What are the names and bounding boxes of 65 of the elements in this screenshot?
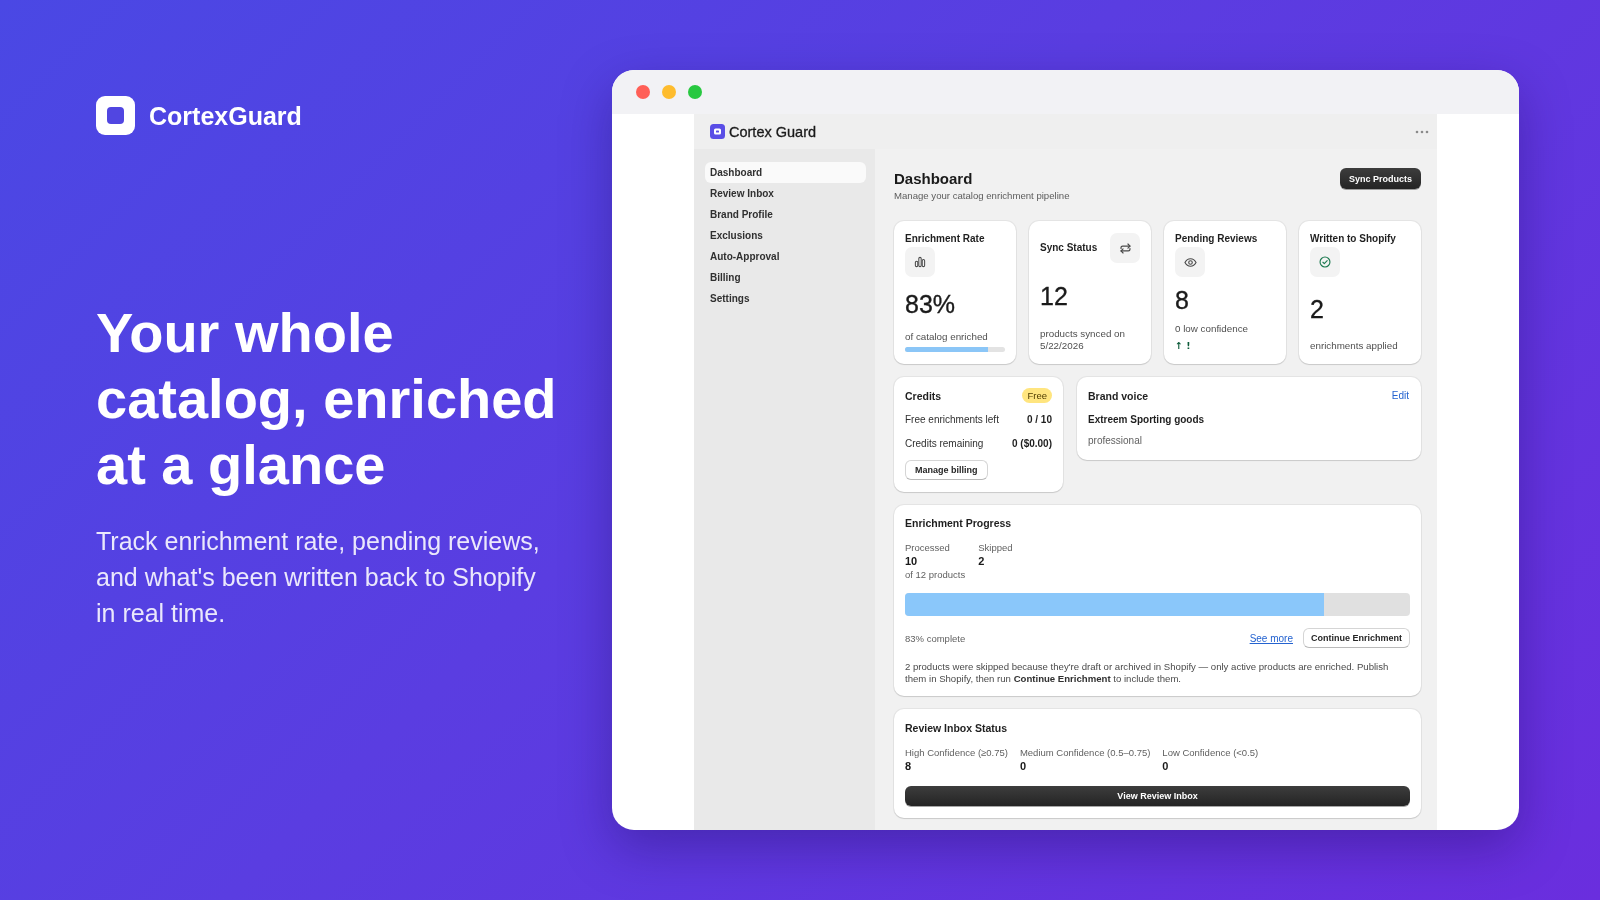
stat-caption: of catalog enriched [905, 331, 989, 343]
app-logo-icon [710, 124, 725, 139]
sync-arrows-icon [1110, 233, 1140, 263]
page-title: Dashboard [894, 170, 974, 188]
hero-subtitle: Track enrichment rate, pending reviews, and what's been written back to Shopify in real time. [96, 526, 541, 629]
brand-tone-text: professional [1088, 435, 1143, 447]
credit-label: Credits remaining [905, 438, 984, 450]
plan-badge: Free [1022, 388, 1052, 403]
sidebar-item[interactable]: Billing [705, 267, 866, 288]
metric-value: 10 [905, 555, 919, 567]
stat-value: 12 [1040, 281, 1069, 310]
brand-name-text: Extreem Sporting goods [1088, 414, 1206, 426]
bar-chart-icon [905, 247, 935, 277]
progress-reading: 83% complete [905, 632, 966, 644]
metric-label: Medium Confidence (0.5–0.75) [1019, 747, 1151, 759]
stat-title: Sync Status [1040, 242, 1098, 254]
stat-caption: 0 low confidence [1175, 323, 1249, 335]
metric-value: 0 [1019, 760, 1028, 772]
card-title: Brand voice [1088, 389, 1149, 402]
sidebar-item[interactable]: Exclusions [705, 225, 866, 246]
stat-title: Pending Reviews [1175, 233, 1259, 245]
sidebar-item[interactable]: Dashboard [705, 162, 866, 183]
credit-label: Free enrichments left [905, 414, 999, 426]
sync-products-button[interactable]: Sync Products [1339, 168, 1421, 189]
manage-billing-button[interactable]: Manage billing [905, 460, 988, 480]
sidebar-item[interactable]: Brand Profile [705, 204, 866, 225]
metric-value: 2 [978, 555, 986, 567]
page-subtitle: Manage your catalog enrichment pipeline [894, 190, 1070, 202]
stat-title: Written to Shopify [1310, 233, 1397, 245]
card-title: Enrichment Progress [905, 517, 1013, 529]
app-title: Cortex Guard [729, 123, 817, 140]
stat-caption: products synced on 5/22/2026 [1040, 328, 1126, 352]
stat-value: 2 [1310, 294, 1325, 323]
metric-label: Skipped [978, 542, 1013, 554]
metric-label: Processed [905, 542, 951, 554]
window-minimize-icon[interactable] [662, 85, 676, 99]
stat-value: 83% [905, 290, 957, 318]
sidebar-item[interactable]: Settings [705, 288, 866, 309]
credit-value: 0 / 10 [1026, 414, 1052, 426]
credit-value: 0 ($0.00) [1011, 438, 1052, 450]
headline: Your whole catalog, enriched at a glance [96, 300, 558, 498]
window-close-icon[interactable] [636, 85, 650, 99]
stat-value: 8 [1175, 286, 1190, 314]
see-more-link[interactable]: See more [1249, 632, 1293, 644]
continue-enrichment-button[interactable]: Continue Enrichment [1303, 628, 1410, 648]
metric-label: Low Confidence (<0.5) [1162, 747, 1259, 759]
card-title: Credits [905, 389, 942, 402]
logo-icon [96, 96, 135, 135]
sidebar-item[interactable]: Auto-Approval [705, 246, 866, 267]
view-review-inbox-button[interactable]: View Review Inbox [905, 786, 1410, 806]
stat-caption: enrichments applied [1310, 340, 1399, 352]
skipped-note: 2 products were skipped because they're draft or archived in Shopify — only active products are enriched. Publish them in Shopify, then run Continue Enrichment to include them. [905, 661, 1390, 684]
metric-note: of 12 products [905, 569, 966, 581]
metric-value: 0 [1162, 760, 1170, 772]
metric-label: High Confidence (≥0.75) [905, 747, 1008, 759]
sidebar-item[interactable]: Review Inbox [705, 183, 866, 204]
brand-name: CortexGuard [149, 100, 302, 131]
window-maximize-icon[interactable] [688, 85, 702, 99]
card-title: Review Inbox Status [905, 722, 1009, 734]
edit-link[interactable]: Edit [1391, 390, 1409, 401]
stat-title: Enrichment Rate [905, 233, 986, 245]
trend-indicator: ↑ ! [1175, 340, 1191, 352]
eye-icon [1175, 247, 1205, 277]
more-icon[interactable] [1415, 129, 1429, 134]
metric-value: 8 [905, 760, 913, 772]
